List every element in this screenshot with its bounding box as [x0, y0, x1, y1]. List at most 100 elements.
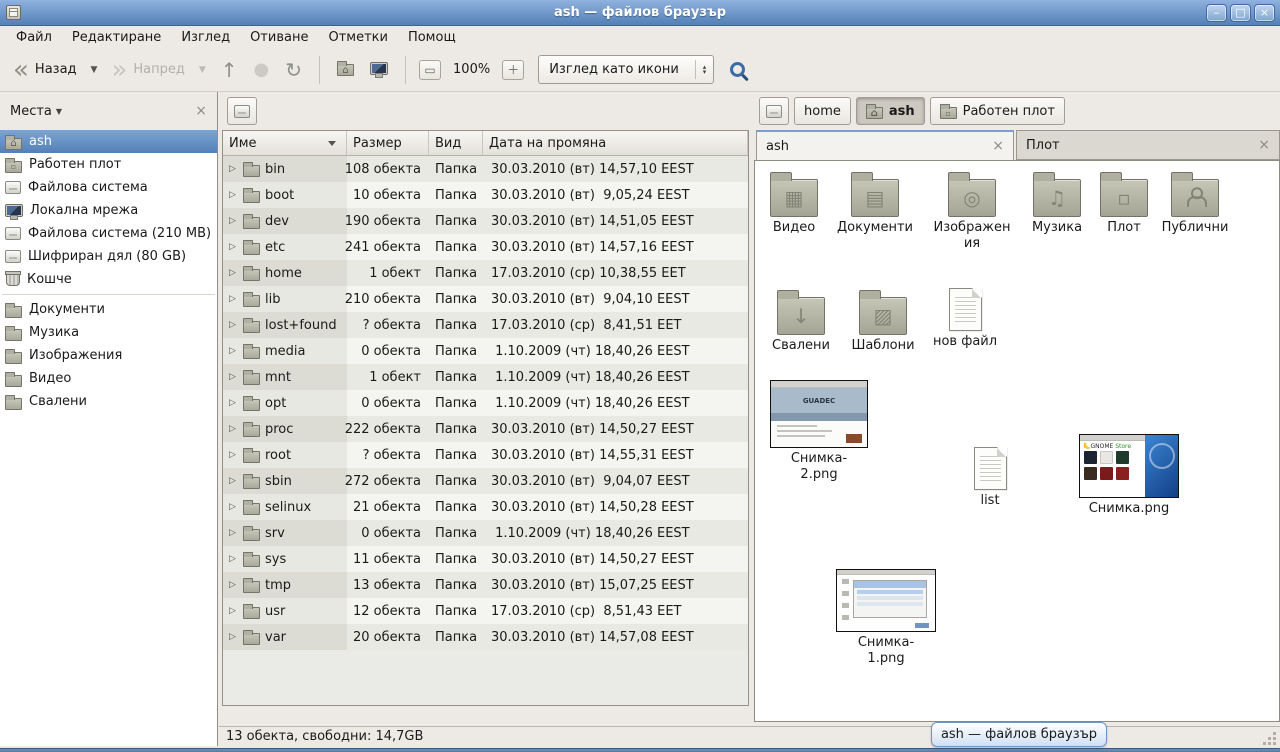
expander-icon[interactable]: ▷	[227, 554, 238, 564]
table-row[interactable]: ▷lib210 обектаПапка30.03.2010 (вт) 9,04,…	[223, 286, 748, 312]
taskbar-window-button[interactable]: ash — файлов браузър	[931, 722, 1107, 747]
column-header[interactable]: Вид	[429, 131, 483, 156]
tab-close-icon[interactable]: ×	[992, 138, 1004, 154]
view-mode-select[interactable]: Изглед като икони ▴▾	[538, 55, 714, 84]
table-row[interactable]: ▷srv0 обектаПапка 1.10.2009 (чт) 18,40,2…	[223, 520, 748, 546]
expander-icon[interactable]: ▷	[227, 320, 238, 330]
expander-icon[interactable]: ▷	[227, 190, 238, 200]
expander-icon[interactable]: ▷	[227, 502, 238, 512]
icon-view-item[interactable]: list	[945, 447, 1035, 509]
menu-item[interactable]: Отиване	[240, 28, 318, 47]
menu-item[interactable]: Изглед	[171, 28, 240, 47]
forward-history-dropdown[interactable]: ▼	[192, 63, 213, 77]
expander-icon[interactable]: ▷	[227, 632, 238, 642]
expander-icon[interactable]: ▷	[227, 450, 238, 460]
menu-item[interactable]: Помощ	[398, 28, 466, 47]
sidebar-item[interactable]: Видео	[0, 367, 217, 390]
computer-button[interactable]	[362, 58, 396, 82]
sidebar-close-icon[interactable]: ×	[195, 103, 207, 119]
icon-view-item[interactable]: ▦Видео	[754, 170, 839, 236]
minimize-button[interactable]: –	[1206, 4, 1227, 22]
sidebar-item[interactable]: Свалени	[0, 390, 217, 413]
sidebar-item[interactable]: Изображения	[0, 344, 217, 367]
icon-view-item[interactable]: ▨Шаблони	[838, 288, 928, 354]
expander-icon[interactable]: ▷	[227, 268, 238, 278]
icon-view-item[interactable]: ▤Документи	[830, 170, 920, 236]
root-path-button[interactable]	[227, 97, 257, 125]
zoom-out-button[interactable]: ▭	[419, 60, 441, 80]
expander-icon[interactable]: ▷	[227, 476, 238, 486]
up-button[interactable]: ↑	[213, 58, 246, 82]
table-row[interactable]: ▷sbin272 обектаПапка30.03.2010 (вт) 9,04…	[223, 468, 748, 494]
icon-view-item[interactable]: ◎Изображения	[927, 170, 1017, 252]
path-button[interactable]	[759, 97, 789, 125]
zoom-in-button[interactable]: ＋	[502, 60, 524, 80]
tab-close-icon[interactable]: ×	[1258, 137, 1270, 153]
close-button[interactable]: ×	[1254, 4, 1275, 22]
icon-view-item[interactable]: GUADECСнимка-2.png	[769, 380, 869, 483]
places-title[interactable]: Места	[10, 104, 52, 119]
expander-icon[interactable]: ▷	[227, 242, 238, 252]
sidebar-item[interactable]: ash	[0, 130, 217, 153]
table-row[interactable]: ▷dev190 обектаПапка30.03.2010 (вт) 14,51…	[223, 208, 748, 234]
table-row[interactable]: ▷tmp13 обектаПапка30.03.2010 (вт) 15,07,…	[223, 572, 748, 598]
path-button[interactable]: ash	[856, 97, 925, 125]
expander-icon[interactable]: ▷	[227, 164, 238, 174]
table-row[interactable]: ▷proc222 обектаПапка30.03.2010 (вт) 14,5…	[223, 416, 748, 442]
maximize-button[interactable]: □	[1230, 4, 1251, 22]
expander-icon[interactable]: ▷	[227, 398, 238, 408]
path-button[interactable]: home	[794, 97, 851, 125]
table-row[interactable]: ▷opt0 обектаПапка 1.10.2009 (чт) 18,40,2…	[223, 390, 748, 416]
column-header[interactable]: Име	[223, 131, 347, 156]
icon-view-item[interactable]: нов файл	[920, 288, 1010, 350]
table-row[interactable]: ▷boot10 обектаПапка30.03.2010 (вт) 9,05,…	[223, 182, 748, 208]
expander-icon[interactable]: ▷	[227, 294, 238, 304]
sidebar-item[interactable]: Шифриран дял (80 GB)	[0, 245, 217, 268]
table-row[interactable]: ▷bin108 обектаПапка30.03.2010 (вт) 14,57…	[223, 156, 748, 182]
stop-button[interactable]: ●	[246, 59, 278, 81]
icon-view-item[interactable]: 🦶GNOME StoreСнимка.png	[1079, 434, 1179, 517]
table-row[interactable]: ▷selinux21 обектаПапка30.03.2010 (вт) 14…	[223, 494, 748, 520]
expander-icon[interactable]: ▷	[227, 528, 238, 538]
column-header[interactable]: Размер	[347, 131, 429, 156]
table-row[interactable]: ▷home1 обектПапка17.03.2010 (ср) 10,38,5…	[223, 260, 748, 286]
tab-ash[interactable]: ash×	[756, 130, 1014, 160]
expander-icon[interactable]: ▷	[227, 606, 238, 616]
search-icon[interactable]	[730, 62, 745, 77]
expander-icon[interactable]: ▷	[227, 372, 238, 382]
forward-button[interactable]: » Напред	[104, 59, 191, 81]
expander-icon[interactable]: ▷	[227, 216, 238, 226]
sidebar-item[interactable]: Музика	[0, 321, 217, 344]
expander-icon[interactable]: ▷	[227, 580, 238, 590]
menu-item[interactable]: Файл	[6, 28, 62, 47]
table-row[interactable]: ▷sys11 обектаПапка30.03.2010 (вт) 14,50,…	[223, 546, 748, 572]
sidebar-item[interactable]: Файлова система	[0, 176, 217, 199]
table-row[interactable]: ▷etc241 обектаПапка30.03.2010 (вт) 14,57…	[223, 234, 748, 260]
back-button[interactable]: « Назад	[6, 59, 84, 81]
resize-grip[interactable]	[1262, 731, 1276, 745]
icon-view-item[interactable]: Публични	[1150, 170, 1240, 236]
table-row[interactable]: ▷usr12 обектаПапка17.03.2010 (ср) 8,51,4…	[223, 598, 748, 624]
sidebar-item[interactable]: Локална мрежа	[0, 199, 217, 222]
path-button[interactable]: Работен плот	[930, 97, 1065, 125]
menu-item[interactable]: Редактиране	[62, 28, 171, 47]
sidebar-item[interactable]: Документи	[0, 298, 217, 321]
icon-view-item[interactable]: ↓Свалени	[756, 288, 846, 354]
home-button[interactable]	[329, 56, 362, 83]
table-row[interactable]: ▷media0 обектаПапка 1.10.2009 (чт) 18,40…	[223, 338, 748, 364]
table-row[interactable]: ▷root? обектаПапка30.03.2010 (вт) 14,55,…	[223, 442, 748, 468]
menu-item[interactable]: Отметки	[318, 28, 397, 47]
table-row[interactable]: ▷mnt1 обектПапка 1.10.2009 (чт) 18,40,26…	[223, 364, 748, 390]
sidebar-item[interactable]: Работен плот	[0, 153, 217, 176]
back-history-dropdown[interactable]: ▼	[84, 63, 105, 77]
expander-icon[interactable]: ▷	[227, 424, 238, 434]
sidebar-item[interactable]: Кошче	[0, 268, 217, 291]
expander-icon[interactable]: ▷	[227, 346, 238, 356]
icon-view-item[interactable]: Снимка-1.png	[836, 569, 936, 667]
tab-Плот[interactable]: Плот×	[1016, 130, 1280, 160]
sidebar-item[interactable]: Файлова система (210 MB)	[0, 222, 217, 245]
table-row[interactable]: ▷lost+found? обектаПапка17.03.2010 (ср) …	[223, 312, 748, 338]
column-header[interactable]: Дата на промяна	[483, 131, 748, 156]
reload-button[interactable]: ↻	[277, 58, 310, 82]
table-row[interactable]: ▷var20 обектаПапка30.03.2010 (вт) 14,57,…	[223, 624, 748, 650]
